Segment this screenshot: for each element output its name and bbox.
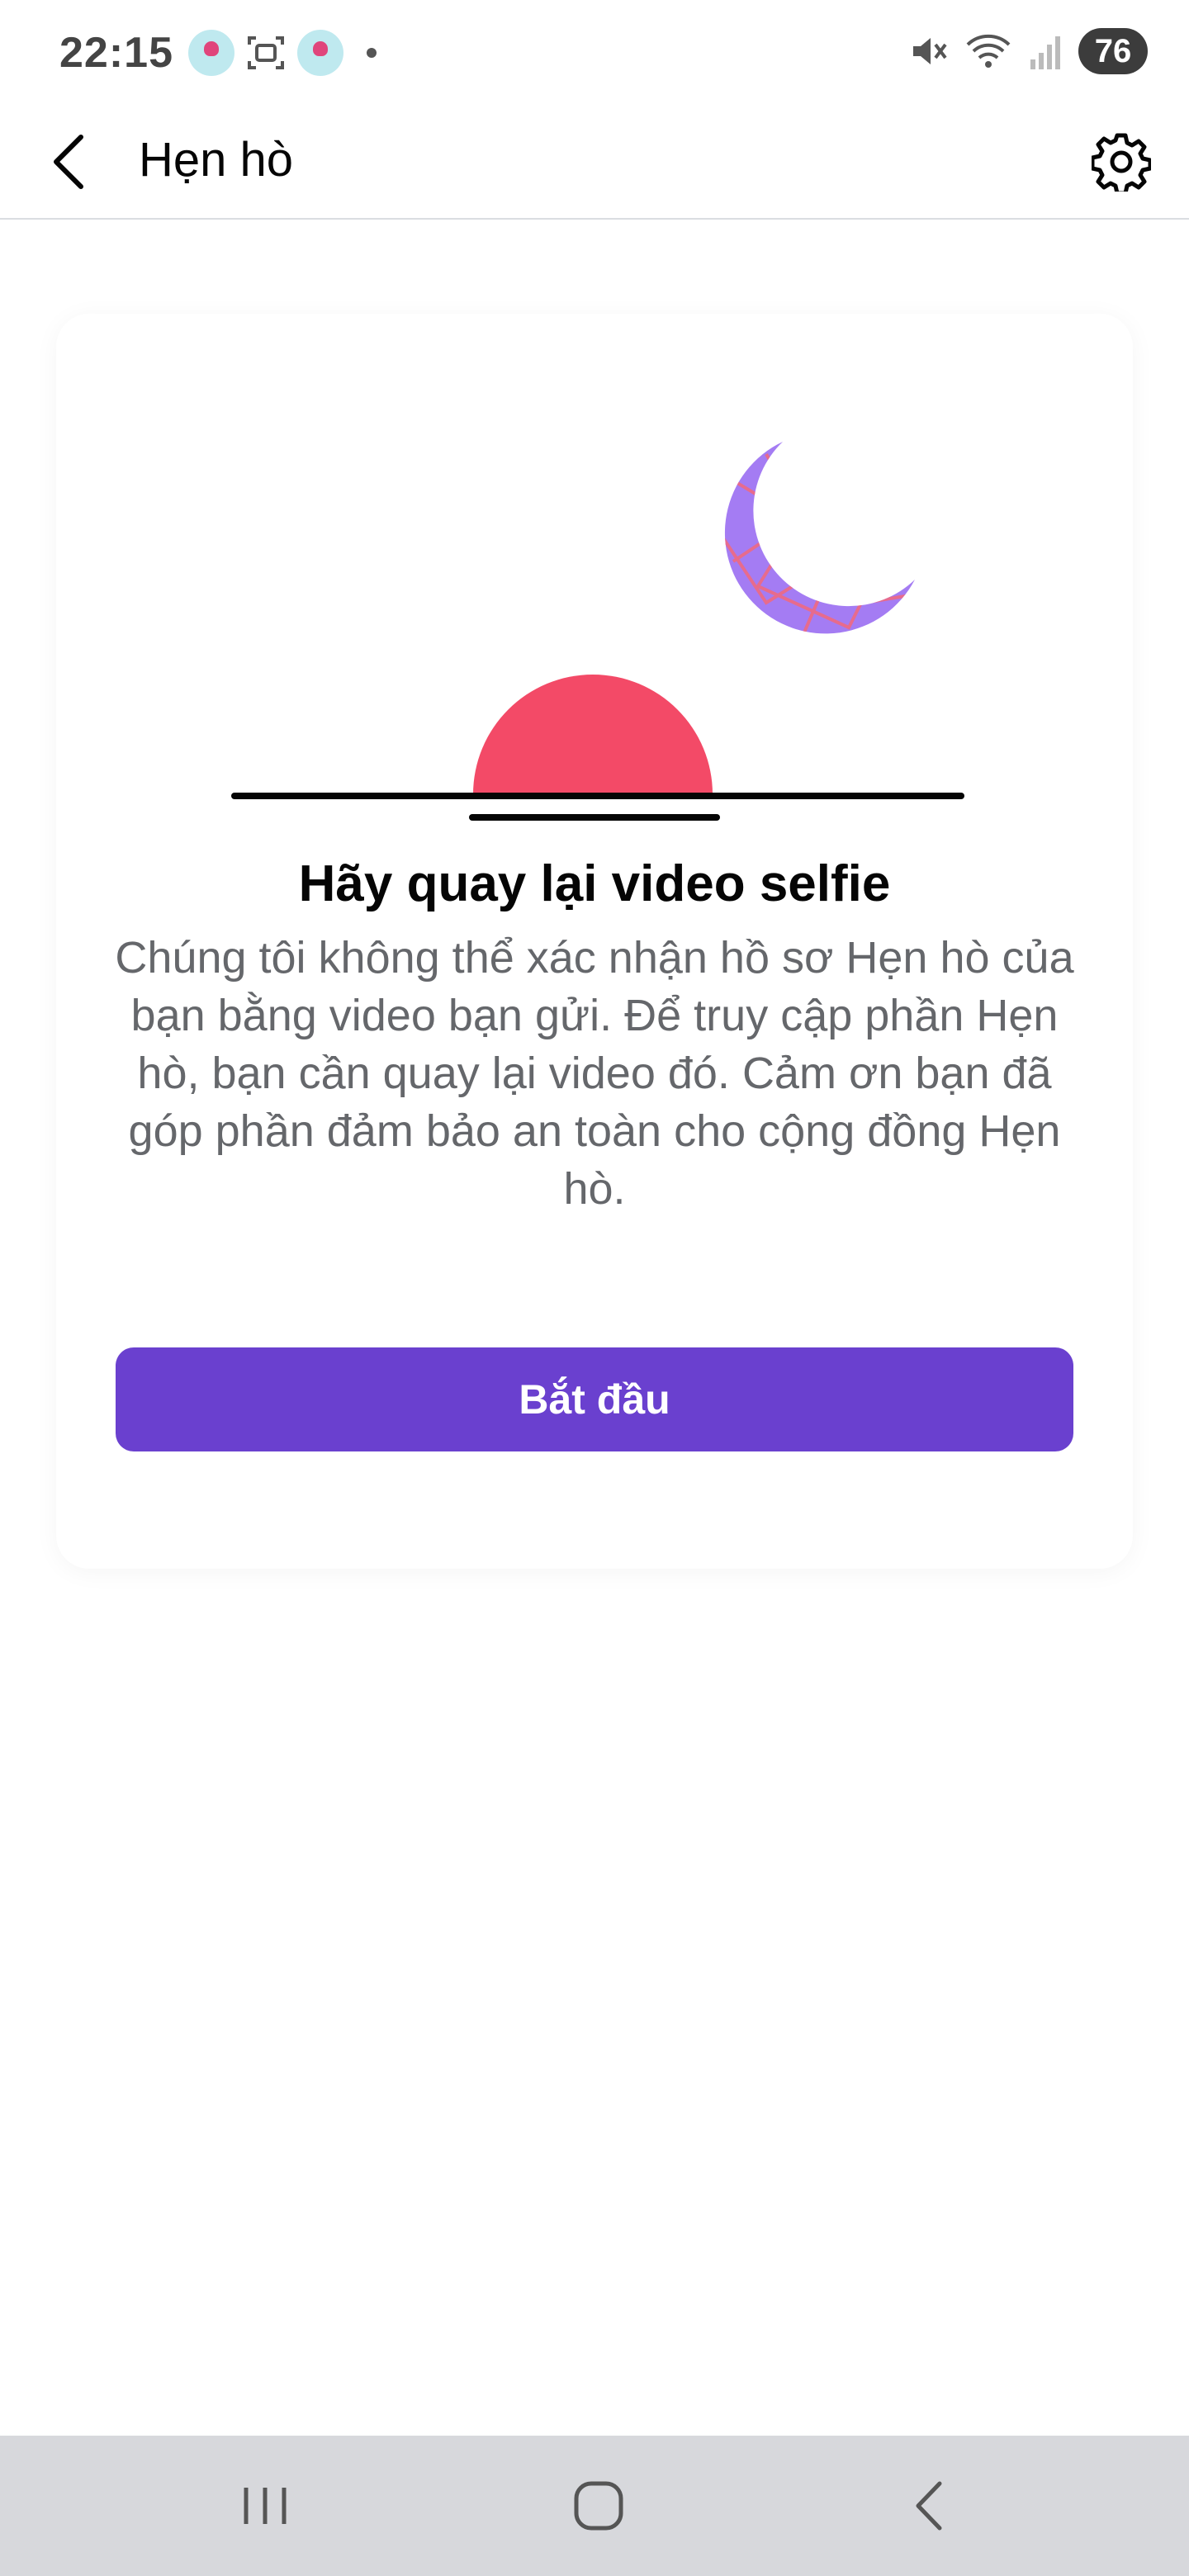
card-description: Chúng tôi không thể xác nhận hồ sơ Hẹn h… [115,933,1074,1214]
mute-icon [913,38,947,64]
system-back-button[interactable] [892,2469,966,2543]
status-time: 22:15 [59,29,173,77]
dating-app-notification-icon [188,30,234,76]
start-button[interactable]: Bắt đầu [116,1347,1073,1451]
home-icon [574,2481,623,2531]
status-bar: 22:15 76 [0,0,1189,107]
signal-icon [1030,36,1060,69]
system-nav-bar [0,2436,1189,2576]
screenshot-icon [248,36,284,69]
top-app-bar: Hẹn hò [0,107,1189,220]
moon-icon [724,442,915,634]
sun-icon [473,675,713,794]
back-button[interactable] [40,129,99,195]
system-icons: 76 [907,28,1148,74]
more-notifications-dot [367,48,377,58]
dating-app-notification-icon [297,30,343,76]
recent-apps-icon [244,2488,287,2524]
wifi-icon [966,34,1011,68]
home-button[interactable] [561,2469,636,2543]
notification-icons [188,30,377,76]
sunset-moon-illustration [231,442,964,821]
battery-icon: 76 [1078,28,1148,74]
recent-apps-button[interactable] [228,2469,302,2543]
page-title: Hẹn hò [139,133,294,187]
back-icon [916,2481,942,2531]
gear-icon [1092,133,1151,192]
card-title: Hãy quay lại video selfie [298,855,891,912]
reverify-card: Hãy quay lại video selfie Chúng tôi khôn… [56,314,1133,1569]
settings-button[interactable] [1087,127,1156,197]
chevron-left-icon [54,135,83,189]
